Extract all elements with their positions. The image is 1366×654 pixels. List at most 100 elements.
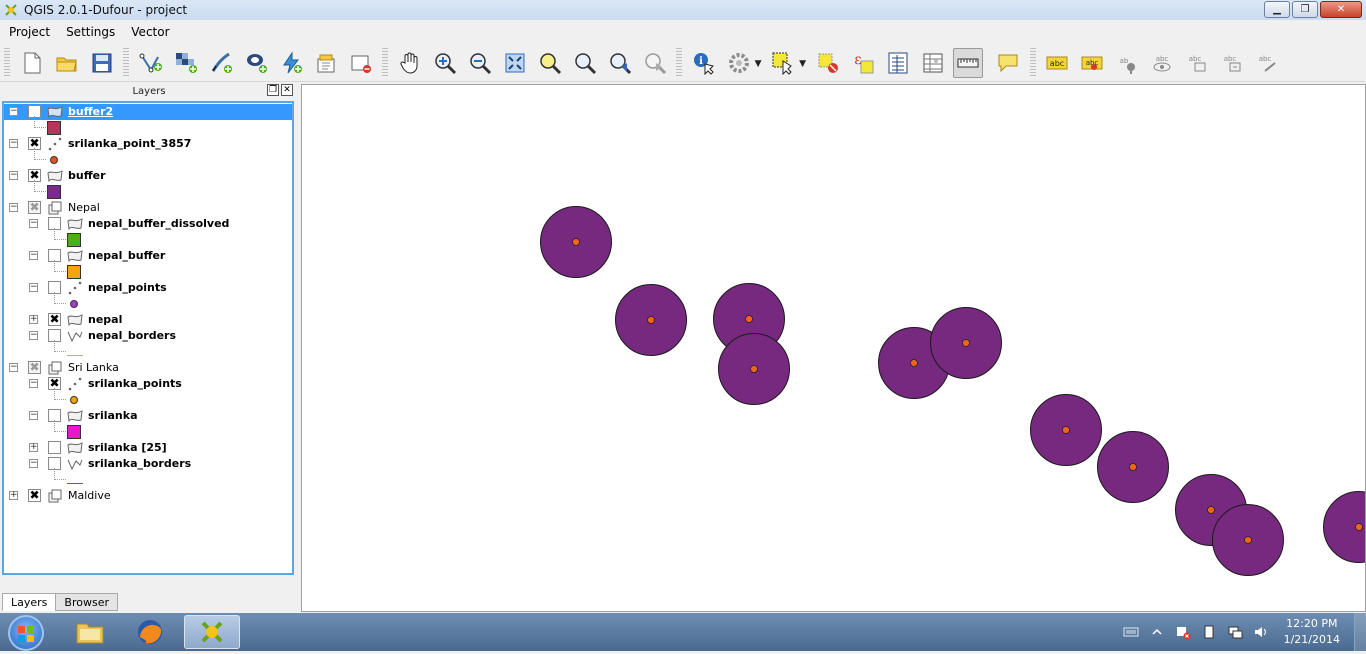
tab-browser[interactable]: Browser [55,593,118,611]
collapse-toggle[interactable]: − [9,139,18,148]
fill-symbol-swatch[interactable] [47,121,61,135]
collapse-toggle[interactable]: − [9,107,18,116]
layer-row[interactable]: −✖srilanka_points [4,376,292,392]
add-raster-layer-button[interactable] [171,48,201,78]
float-panel-button[interactable]: ❐ [267,84,279,96]
point-feature[interactable] [1063,427,1070,434]
collapse-toggle[interactable]: − [29,331,38,340]
action-center-icon[interactable] [1175,624,1191,640]
layer-row[interactable]: −✖buffer [4,168,292,184]
minimize-button[interactable]: ▁ [1264,1,1290,18]
layer-tree[interactable]: −buffer2−✖srilanka_point_3857−✖buffer−✖N… [2,101,294,575]
save-project-button[interactable] [87,48,117,78]
tab-layers[interactable]: Layers [2,593,56,611]
collapse-toggle[interactable]: − [9,171,18,180]
open-project-button[interactable] [52,48,82,78]
add-wms-button[interactable] [276,48,306,78]
layer-row[interactable]: −✖srilanka_point_3857 [4,136,292,152]
start-button[interactable] [8,615,44,651]
layer-visibility-checkbox[interactable] [48,441,61,454]
collapse-toggle[interactable]: − [29,219,38,228]
toolbar-handle[interactable] [676,48,682,78]
collapse-toggle[interactable]: − [29,411,38,420]
deselect-button[interactable] [813,48,843,78]
label-show-hide-button[interactable]: abc [1147,48,1177,78]
layer-visibility-checkbox[interactable]: ✖ [48,313,61,326]
add-delimited-text-button[interactable] [206,48,236,78]
new-shapefile-button[interactable] [311,48,341,78]
run-action-button[interactable]: ▼ [724,48,754,78]
marker-symbol-swatch[interactable] [70,396,78,404]
zoom-next-button[interactable] [640,48,670,78]
label-tool-button[interactable]: abc [1042,48,1072,78]
expression-button[interactable] [883,48,913,78]
point-feature[interactable] [1356,524,1363,531]
label-rotate-button[interactable]: abc [1217,48,1247,78]
layer-row[interactable]: +srilanka [25] [4,440,292,456]
fill-symbol-swatch[interactable] [67,425,81,439]
layer-row[interactable]: −buffer2 [4,104,292,120]
keyboard-icon[interactable] [1123,624,1139,640]
zoom-out-button[interactable] [465,48,495,78]
collapse-toggle[interactable]: − [9,363,18,372]
select-by-expression-button[interactable]: ε [848,48,878,78]
point-feature[interactable] [751,366,758,373]
remove-layer-button[interactable] [346,48,376,78]
restore-button[interactable]: ❐ [1292,1,1318,18]
show-desktop-button[interactable] [1354,613,1366,651]
label-change-button[interactable]: abc [1252,48,1282,78]
layer-row[interactable]: −nepal_borders [4,328,292,344]
collapse-toggle[interactable]: − [29,459,38,468]
line-symbol-swatch[interactable] [67,483,83,484]
zoom-to-layer-button[interactable] [570,48,600,78]
toolbar-handle[interactable] [4,48,10,78]
volume-icon[interactable] [1253,624,1269,640]
toolbar-handle[interactable] [382,48,388,78]
taskbar-explorer[interactable] [62,615,118,649]
point-feature[interactable] [1130,464,1137,471]
map-tips-button[interactable] [993,48,1023,78]
layer-row[interactable]: −✖Sri Lanka [4,360,292,376]
label-move-button[interactable]: abc [1182,48,1212,78]
layer-row[interactable]: −nepal_points [4,280,292,296]
point-feature[interactable] [911,360,918,367]
point-feature[interactable] [648,317,655,324]
layer-row[interactable]: −srilanka [4,408,292,424]
layer-visibility-checkbox[interactable]: ✖ [28,201,41,214]
toolbar-handle[interactable] [1030,48,1036,78]
layer-visibility-checkbox[interactable]: ✖ [28,489,41,502]
collapse-toggle[interactable]: − [29,251,38,260]
zoom-full-button[interactable] [500,48,530,78]
fill-symbol-swatch[interactable] [67,233,81,247]
menu-vector[interactable]: Vector [122,25,176,39]
marker-symbol-swatch[interactable] [50,156,58,164]
point-feature[interactable] [1245,537,1252,544]
taskbar-qgis[interactable] [184,615,240,649]
map-canvas[interactable] [301,84,1366,612]
removable-device-icon[interactable] [1201,624,1217,640]
fill-symbol-swatch[interactable] [67,265,81,279]
collapse-toggle[interactable]: − [29,283,38,292]
chevron-down-icon[interactable]: ▼ [755,59,762,69]
chevron-down-icon[interactable]: ▼ [799,59,806,69]
measure-button[interactable] [953,48,983,78]
zoom-in-button[interactable] [430,48,460,78]
point-feature[interactable] [963,340,970,347]
collapse-toggle[interactable]: − [29,379,38,388]
pan-button[interactable] [395,48,425,78]
map-features[interactable] [302,85,1366,612]
point-feature[interactable] [573,239,580,246]
menu-settings[interactable]: Settings [57,25,122,39]
label-pin-button[interactable]: ab [1112,48,1142,78]
point-feature[interactable] [746,316,753,323]
fill-symbol-swatch[interactable] [47,185,61,199]
toolbar-handle[interactable] [123,48,129,78]
close-panel-button[interactable]: ✕ [281,84,293,96]
layer-row[interactable]: +✖nepal [4,312,292,328]
attribute-table-button[interactable] [918,48,948,78]
zoom-last-button[interactable] [605,48,635,78]
expand-toggle[interactable]: + [29,443,38,452]
close-window-button[interactable]: ✕ [1320,1,1362,18]
collapse-toggle[interactable]: − [9,203,18,212]
identify-button[interactable]: i [689,48,719,78]
